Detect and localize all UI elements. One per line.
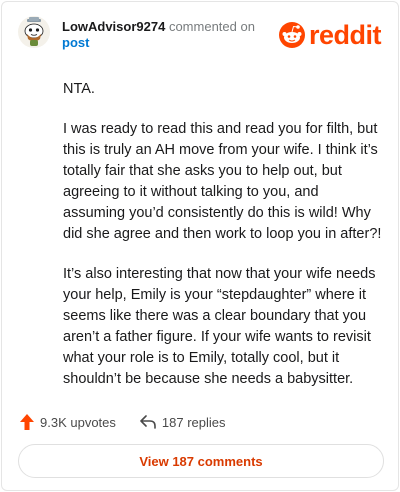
comment-header: LowAdvisor9274 commented on post reddit [2,2,398,62]
snoo-avatar-icon [18,16,50,48]
view-comments-button[interactable]: View 187 comments [18,444,384,478]
comment-card: LowAdvisor9274 commented on post reddit … [1,1,399,491]
upvote-count: 9.3K upvotes [40,414,116,430]
logo-wordmark: reddit [309,20,382,50]
commented-on-text: commented on [168,19,255,34]
comment-meta: LowAdvisor9274 commented on post [62,19,272,51]
user-avatar[interactable] [18,16,50,48]
reddit-logo: reddit [279,20,382,50]
reply-arrow-icon [140,415,156,429]
reply-count: 187 replies [161,414,226,430]
comment-paragraph: I was ready to read this and read you fo… [63,121,382,242]
comment-paragraph: It’s also interesting that now that your… [63,266,376,387]
upvote-arrow-icon [20,414,34,430]
reddit-alien-icon [279,22,305,48]
comment-body: NTA. I was ready to read this and read y… [63,79,383,390]
username[interactable]: LowAdvisor9274 [62,19,165,34]
post-link[interactable]: post [62,35,89,50]
upvote-button[interactable]: 9.3K upvotes [20,414,116,430]
comment-paragraph: NTA. [63,81,95,97]
reply-button[interactable]: 187 replies [140,415,226,430]
comment-actions: 9.3K upvotes 187 replies [20,410,380,434]
